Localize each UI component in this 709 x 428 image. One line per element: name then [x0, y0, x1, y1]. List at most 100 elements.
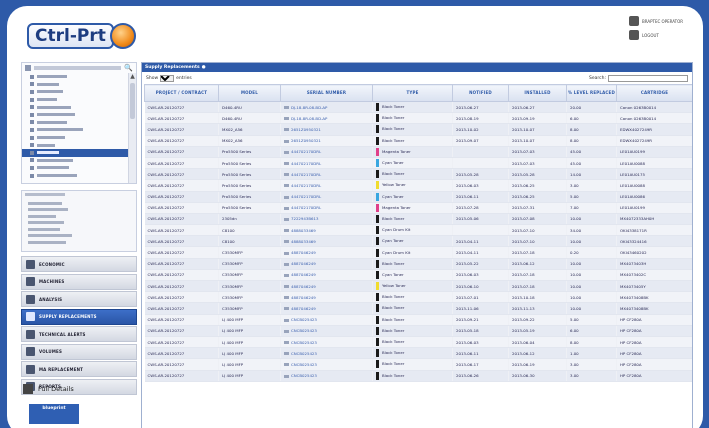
tree-item[interactable]: [22, 141, 136, 149]
column-header[interactable]: Cartridge: [616, 84, 692, 102]
column-header[interactable]: Type: [372, 84, 453, 102]
tree-item[interactable]: [22, 157, 136, 165]
table-row[interactable]: CWS-AR-20120727 MX02_A56 2651Z0950321 Black…: [144, 123, 692, 136]
nav-item-machines[interactable]: MACHINES: [21, 273, 137, 290]
column-header[interactable]: % Level Replaced: [566, 84, 617, 102]
table-cell: 10.00: [566, 280, 617, 293]
toner-color-swatch: [376, 349, 379, 358]
cell-text: D460-4RU: [222, 104, 242, 110]
cell-text: Black Toner: [382, 305, 405, 311]
nav-item-economic[interactable]: ECONOMIC: [21, 256, 137, 272]
column-header[interactable]: Serial Number: [280, 84, 373, 102]
tree-node-icon: [30, 82, 34, 87]
recent-item[interactable]: [22, 239, 136, 246]
table-row[interactable]: CWS-AR-20120727 LJ 400 MFP CNCB025423 Black…: [144, 336, 692, 349]
cell-text: 2013-06-03: [456, 339, 479, 345]
cell-text: CWS-AR-20120727: [147, 305, 185, 311]
tree-item-label: [37, 75, 67, 79]
toner-color-swatch: [376, 159, 379, 168]
column-header[interactable]: Notified: [452, 84, 509, 102]
table-row[interactable]: CWS-AR-20120727 2305dn 7222943B613 Black To…: [144, 213, 692, 226]
table-cell: LE01AU0088: [616, 179, 692, 192]
search-label: Search:: [589, 75, 606, 81]
nav-item-ma-replacement[interactable]: MA REPLACEMENT: [21, 361, 137, 377]
table-row[interactable]: CWS-AR-20120727 LJ 400 MFP CNCB025423 Black…: [144, 325, 692, 337]
column-header[interactable]: Installed: [508, 84, 567, 102]
table-row[interactable]: CWS-AR-20120727 C3530MFP 4887046249 Cyan To…: [144, 269, 692, 282]
table-row[interactable]: CWS-AR-20120727 Pro5500 Series 444702170DR…: [144, 191, 692, 203]
table-row[interactable]: CWS-AR-20120727 D460-4RU DJ-18-8R-08-BD-AP…: [144, 101, 692, 114]
nav-item-technical-alerts[interactable]: TECHNICAL ALERTS: [21, 326, 137, 342]
page-size-select[interactable]: 25: [160, 74, 175, 82]
logout-button[interactable]: LOGOUT: [629, 30, 689, 40]
tree-item[interactable]: [22, 111, 136, 119]
cell-text: 5.00: [570, 317, 579, 323]
table-row[interactable]: CWS-AR-20120727 C3530MFP 4887046249 Yellow …: [144, 280, 692, 293]
table-cell: MX4073403H: [616, 258, 692, 270]
toner-color-swatch: [376, 270, 379, 279]
device-icon: [284, 217, 289, 221]
table-row[interactable]: CWS-AR-20120727 Pro5500 Series 444702170DR…: [144, 146, 692, 158]
tree-item[interactable]: [22, 119, 136, 127]
scroll-thumb[interactable]: [130, 83, 135, 119]
table-row[interactable]: CWS-AR-20120727 Pro5500 Series 444702170DR…: [144, 168, 692, 181]
table-row[interactable]: CWS-AR-20120727 LJ 400 MFP CNCB025423 Black…: [144, 347, 692, 360]
table-row[interactable]: CWS-AR-20120727 C3530MFP 4887046249 Cyan Dr…: [144, 246, 692, 259]
table-cell: 2013-06-19: [508, 358, 567, 371]
cell-text: OKI43460202: [620, 250, 647, 256]
table-cell: 2013-06-27: [508, 101, 567, 114]
nav-item-supply-replacements[interactable]: SUPPLY REPLACEMENTS: [21, 308, 137, 325]
table-row[interactable]: CWS-AR-20120727 Pro5500 Series 444702170DR…: [144, 179, 692, 192]
nav-item-analysis[interactable]: ANALYSIS: [21, 291, 137, 307]
tree-item[interactable]: [22, 164, 136, 172]
column-header[interactable]: Model: [218, 84, 281, 102]
table-row[interactable]: CWS-AR-20120727 C3530MFP 4887046249 Black T…: [144, 258, 692, 270]
table-cell: C3530MFP: [218, 291, 281, 304]
table-cell: 2013-06-03: [452, 336, 509, 349]
table-cell: [452, 146, 509, 158]
nav-item-volumes[interactable]: VOLUMES: [21, 343, 137, 360]
tree-item[interactable]: [22, 126, 136, 134]
search-icon[interactable]: 🔍: [124, 64, 133, 72]
table-cell: 10.00: [566, 291, 617, 304]
column-header[interactable]: Project / Contract: [144, 84, 219, 102]
table-cell: C3530MFP: [218, 280, 281, 293]
tree-item[interactable]: [22, 96, 136, 104]
table-row[interactable]: CWS-AR-20120727 Pro5500 Series 444702170DR…: [144, 202, 692, 214]
cell-text: 444702170DRL: [291, 171, 322, 177]
tree-item[interactable]: [22, 81, 136, 89]
tree-item[interactable]: [22, 172, 136, 180]
search-input[interactable]: [608, 74, 688, 82]
tree-item[interactable]: [22, 134, 136, 142]
table-cell: 2013-06-12: [508, 347, 567, 360]
table-row[interactable]: CWS-AR-20120727 C3530MFP 4887046249 Black T…: [144, 302, 692, 315]
table-cell: MX02_A56: [218, 135, 281, 147]
full-details-link[interactable]: Full Details: [23, 384, 74, 394]
table-cell: CWS-AR-20120727: [144, 370, 219, 382]
tree-item[interactable]: [22, 103, 136, 111]
info-icon[interactable]: ●: [202, 65, 206, 70]
cell-text: CNCB025423: [291, 350, 317, 356]
table-row[interactable]: CWS-AR-20120727 Pro5500 Series 444702170DR…: [144, 157, 692, 170]
scroll-up-icon[interactable]: ▲: [129, 73, 136, 81]
tree-scrollbar[interactable]: ▲: [128, 73, 136, 183]
table-row[interactable]: CWS-AR-20120727 C3530MFP 4887046249 Black T…: [144, 291, 692, 304]
table-cell: 444702170DRL: [280, 157, 373, 170]
table-row[interactable]: CWS-AR-20120727 LJ 400 MFP CNCB025423 Black…: [144, 358, 692, 371]
table-cell: Black Toner: [372, 302, 453, 315]
tree-item[interactable]: [22, 148, 136, 157]
table-row[interactable]: CWS-AR-20120727 D460-4RU DJ-18-8R-08-BD-AP…: [144, 112, 692, 125]
tree-item[interactable]: [22, 73, 136, 81]
tree-item[interactable]: [22, 88, 136, 96]
table-row[interactable]: CWS-AR-20120727 C8100 4888033469 Cyan Drum …: [144, 224, 692, 237]
table-row[interactable]: CWS-AR-20120727 LJ 400 MFP CNCB025423 Black…: [144, 314, 692, 326]
cell-text: 2013-06-30: [512, 373, 535, 379]
project-tree[interactable]: 🔍 ▲: [21, 62, 137, 184]
nav-item-label: ANALYSIS: [39, 296, 63, 302]
table-row[interactable]: CWS-AR-20120727 LJ 400 MFP CNCB025423 Black…: [144, 370, 692, 382]
table-cell: 4887046249: [280, 302, 373, 315]
table-row[interactable]: CWS-AR-20120727 C8100 4888033469 Cyan Toner…: [144, 235, 692, 248]
table-row[interactable]: CWS-AR-20120727 MX02_A56 2651Z0950321 Black…: [144, 135, 692, 147]
app-logo[interactable]: Ctrl-Prt: [27, 20, 136, 52]
device-icon: [284, 229, 289, 233]
